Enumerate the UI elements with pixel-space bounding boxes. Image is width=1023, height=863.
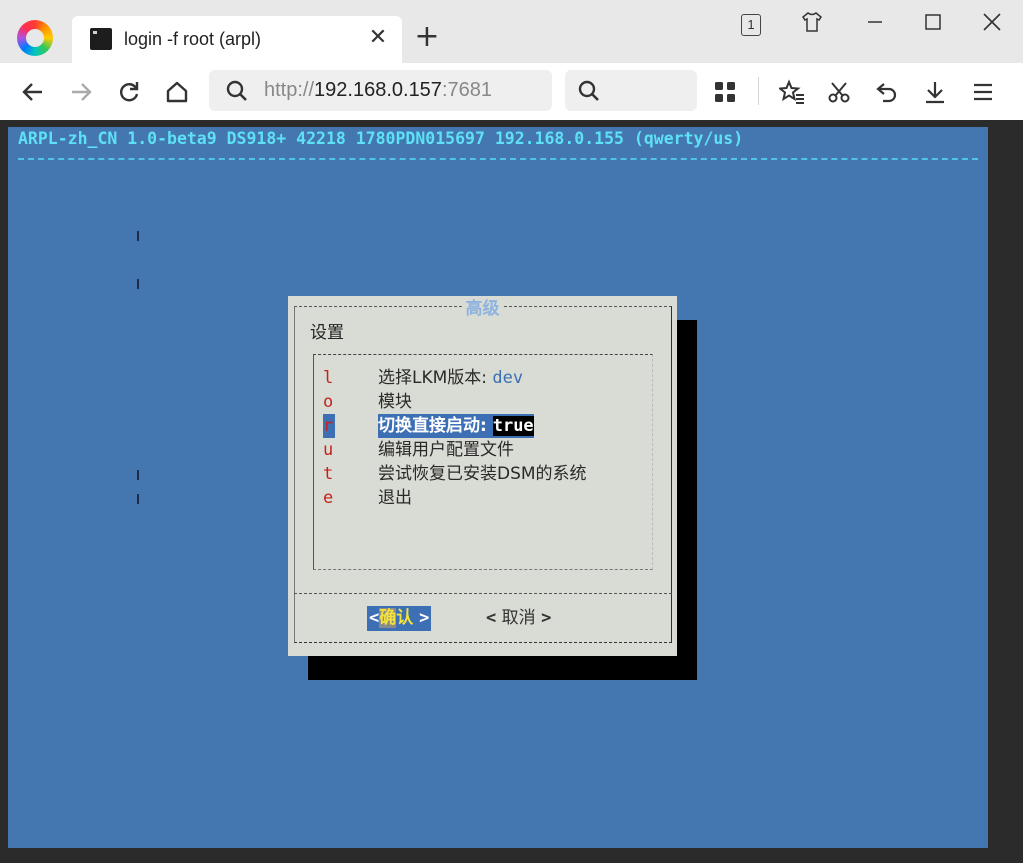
advanced-dialog: 高级 设置 l 选择LKM版本: dev o 模块 r 切换直接启动: true… <box>288 296 677 656</box>
menu-item-label: 退出 <box>378 488 412 508</box>
cancel-button[interactable]: < 取消 > <box>486 606 551 631</box>
download-icon[interactable] <box>918 75 952 109</box>
menu-item-label: 模块 <box>378 392 412 412</box>
screen-artifact <box>137 494 139 504</box>
terminal-favicon-icon <box>90 28 112 50</box>
title-bar: login -f root (arpl) ✕ + 1 <box>0 0 1023 63</box>
backtitle-rule <box>18 158 978 160</box>
search-engine-icon <box>577 79 601 107</box>
address-bar[interactable]: http://192.168.0.157:7681 <box>209 70 552 111</box>
navigation-toolbar: http://192.168.0.157:7681 <box>0 63 1023 120</box>
screen-artifact <box>137 470 139 480</box>
toolbar-divider <box>758 77 759 105</box>
tab-close-icon[interactable]: ✕ <box>366 26 390 50</box>
scissors-icon[interactable] <box>822 75 856 109</box>
forward-arrow-icon[interactable] <box>64 75 98 109</box>
menu-item-value: true <box>492 416 534 436</box>
tab-title: login -f root (arpl) <box>124 29 262 49</box>
button-divider <box>294 593 672 594</box>
reload-icon[interactable] <box>112 75 146 109</box>
dialog-label: 设置 <box>310 323 344 343</box>
menu-item-value: dev <box>492 368 524 388</box>
window-close-button[interactable] <box>972 6 1012 38</box>
search-icon <box>225 79 249 107</box>
minimize-button[interactable] <box>855 6 895 38</box>
undo-icon[interactable] <box>870 75 904 109</box>
tab-count-button[interactable]: 1 <box>731 6 771 38</box>
menu-hamburger-icon[interactable] <box>966 75 1000 109</box>
menu-item-label: 尝试恢复已安装DSM的系统 <box>378 464 587 484</box>
screen-artifact <box>137 231 139 241</box>
url-text[interactable]: http://192.168.0.157:7681 <box>264 79 492 102</box>
backtitle: ARPL-zh_CN 1.0-beta9 DS918+ 42218 1780PD… <box>18 129 744 148</box>
dialog-title: 高级 <box>288 294 677 319</box>
menu-hotkey: l <box>323 368 334 388</box>
menu-hotkey: t <box>323 464 334 484</box>
skin-shirt-icon[interactable] <box>792 6 832 38</box>
tab-count: 1 <box>741 14 761 36</box>
url-port: :7681 <box>441 79 492 101</box>
apps-grid-icon[interactable] <box>708 75 742 109</box>
url-scheme: http:// <box>264 79 315 101</box>
back-arrow-icon[interactable] <box>16 75 50 109</box>
new-tab-button[interactable]: + <box>412 22 442 52</box>
terminal-screen[interactable]: ARPL-zh_CN 1.0-beta9 DS918+ 42218 1780PD… <box>8 127 988 848</box>
home-icon[interactable] <box>160 75 194 109</box>
tab-active[interactable]: login -f root (arpl) ✕ <box>72 16 402 63</box>
favorites-star-icon[interactable] <box>775 75 809 109</box>
browser-logo-icon[interactable] <box>17 20 53 56</box>
screen-artifact <box>137 279 139 289</box>
url-host: 192.168.0.157 <box>314 79 442 101</box>
menu-item-label: 切换直接启动: <box>378 416 493 436</box>
ok-button[interactable]: <确认 > <box>367 606 432 631</box>
menu-hotkey: r <box>323 414 335 438</box>
menu-item-label: 选择LKM版本: <box>378 368 493 388</box>
menu-item-label: 编辑用户配置文件 <box>378 440 514 460</box>
search-box[interactable] <box>565 70 697 111</box>
menu-hotkey: o <box>323 392 334 412</box>
menu-hotkey: u <box>323 440 334 460</box>
menu-hotkey: e <box>323 488 334 508</box>
maximize-button[interactable] <box>913 6 953 38</box>
